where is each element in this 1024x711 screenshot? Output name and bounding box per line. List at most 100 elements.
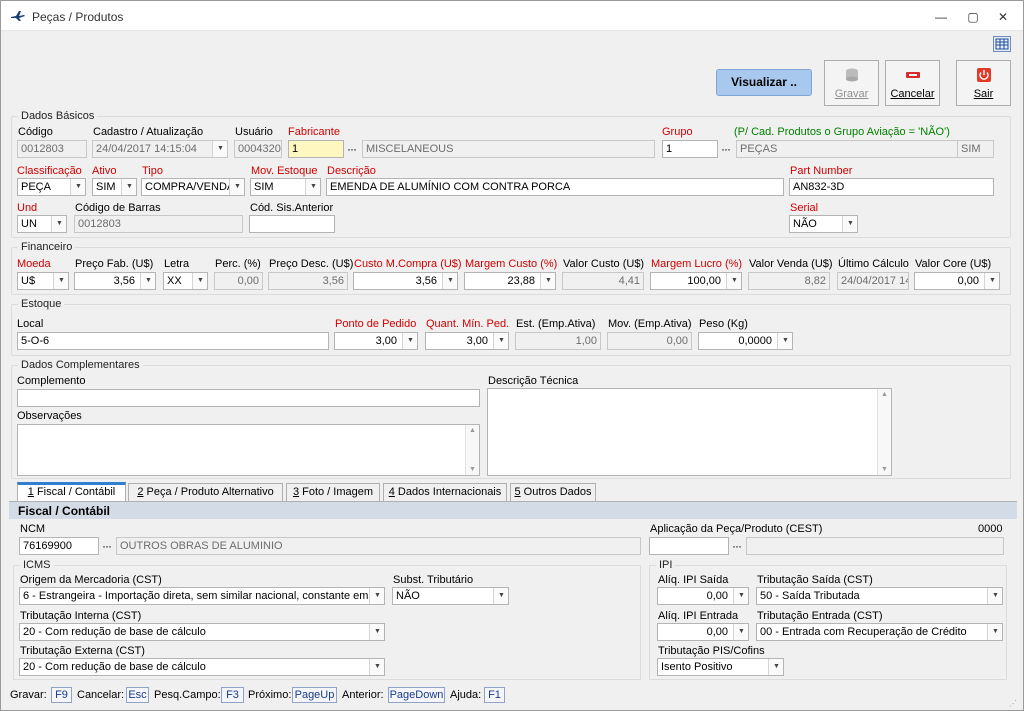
valor-venda-field[interactable]: 8,82 [748,272,830,290]
perc-field[interactable]: 0,00 [214,272,263,290]
scrollbar[interactable]: ▲ ▼ [465,425,479,475]
chevron-down-icon[interactable]: ▼ [493,588,508,604]
visualizar-button[interactable]: Visualizar .. [716,69,812,96]
chevron-down-icon[interactable]: ▼ [369,588,384,604]
origem-select[interactable]: 6 - Estrangeira - Importação direta, sem… [19,587,385,605]
grid-icon[interactable] [993,36,1011,52]
sair-button[interactable]: Sair [956,60,1011,106]
complemento-field[interactable] [17,389,480,407]
ponto-field[interactable]: 3,00 ▼ [334,332,418,350]
grupo-aviacao-field[interactable]: SIM [957,140,994,158]
est-field[interactable]: 1,00 [515,332,601,350]
descricao-field[interactable]: EMENDA DE ALUMÍNIO COM CONTRA PORCA [326,178,784,196]
descricao-tecnica-field[interactable] [487,388,892,476]
gravar-button[interactable]: Gravar [824,60,879,106]
tab-peca-alternativo[interactable]: 2 Peça / Produto Alternativo [128,483,283,501]
maximize-button[interactable]: ▢ [963,9,983,25]
serial-select[interactable]: NÃO ▼ [789,215,858,233]
minimize-button[interactable]: — [931,9,951,25]
chevron-down-icon[interactable]: ▼ [229,179,244,195]
mov-field[interactable]: 0,00 [607,332,692,350]
classificacao-select[interactable]: PEÇA ▼ [17,178,86,196]
ellipsis-icon[interactable]: ··· [102,539,112,553]
mov-estoque-select[interactable]: SIM ▼ [250,178,321,196]
chevron-down-icon[interactable]: ▼ [369,659,384,675]
chevron-down-icon[interactable]: ▼ [984,273,999,289]
letra-select[interactable]: XX ▼ [163,272,208,290]
pis-select[interactable]: Isento Positivo ▼ [657,658,784,676]
cest-code-field[interactable] [649,537,729,555]
und-select[interactable]: UN ▼ [17,215,67,233]
chevron-down-icon[interactable]: ▼ [192,273,207,289]
grupo-name-field[interactable]: PEÇAS [736,140,958,158]
chevron-down-icon[interactable]: ▼ [402,333,417,349]
usuario-field[interactable]: 0004320 [234,140,282,158]
chevron-down-icon[interactable]: ▼ [140,273,155,289]
chevron-down-icon[interactable]: ▼ [212,141,227,157]
fabricante-name-field[interactable]: MISCELANEOUS [362,140,655,158]
cest-desc-field[interactable] [746,537,1004,555]
chevron-down-icon[interactable]: ▼ [733,588,748,604]
trib-interna-select[interactable]: 20 - Com redução de base de cálculo ▼ [19,623,385,641]
custo-compra-field[interactable]: 3,56 ▼ [353,272,458,290]
chevron-down-icon[interactable]: ▼ [987,588,1002,604]
close-button[interactable]: ✕ [993,9,1013,25]
aliq-saida-field[interactable]: 0,00 ▼ [657,587,749,605]
chevron-down-icon[interactable]: ▼ [987,624,1002,640]
barras-field[interactable]: 0012803 [74,215,243,233]
quant-field[interactable]: 3,00 ▼ [425,332,509,350]
chevron-down-icon[interactable]: ▼ [305,179,320,195]
ultimo-calculo-field[interactable]: 24/04/2017 14 [837,272,909,290]
airplane-icon [11,11,25,21]
preco-desc-field[interactable]: 3,56 [268,272,348,290]
moeda-select[interactable]: U$ ▼ [17,272,69,290]
part-number-field[interactable]: AN832-3D [789,178,994,196]
margem-custo-field[interactable]: 23,88 ▼ [464,272,556,290]
trib-saida-select[interactable]: 50 - Saída Tributada ▼ [756,587,1003,605]
chevron-down-icon[interactable]: ▼ [70,179,85,195]
aliq-entrada-field[interactable]: 0,00 ▼ [657,623,749,641]
ncm-desc-field[interactable]: OUTROS OBRAS DE ALUMINIO [116,537,641,555]
chevron-down-icon[interactable]: ▼ [768,659,783,675]
chevron-down-icon[interactable]: ▼ [53,273,68,289]
trib-externa-select[interactable]: 20 - Com redução de base de cálculo ▼ [19,658,385,676]
chevron-down-icon[interactable]: ▼ [540,273,555,289]
ncm-code-field[interactable]: 76169900 [19,537,99,555]
chevron-down-icon[interactable]: ▼ [733,624,748,640]
valor-custo-field[interactable]: 4,41 [562,272,644,290]
tab-fiscal-contabil[interactable]: 1 Fiscal / Contábil [17,482,126,502]
scrollbar[interactable]: ▲ ▼ [877,389,891,475]
chevron-down-icon[interactable]: ▼ [51,216,66,232]
cancelar-button[interactable]: Cancelar [885,60,940,106]
fabricante-code-field[interactable]: 1 [288,140,344,158]
chevron-down-icon[interactable]: ▼ [726,273,741,289]
tab-foto-imagem[interactable]: 3 Foto / Imagem [286,483,380,501]
ellipsis-icon[interactable]: ··· [732,539,742,553]
sis-anterior-field[interactable] [249,215,335,233]
quant-label: Quant. Mín. Ped. [426,318,510,330]
observacoes-field[interactable] [17,424,480,476]
local-field[interactable]: 5-O-6 [17,332,329,350]
tab-dados-internacionais[interactable]: 4 Dados Internacionais [383,483,507,501]
chevron-down-icon[interactable]: ▼ [121,179,136,195]
codigo-field[interactable]: 0012803 [17,140,87,158]
margem-lucro-field[interactable]: 100,00 ▼ [650,272,742,290]
resize-grip-icon[interactable]: ⋰ [1009,699,1017,708]
ellipsis-icon[interactable]: ··· [347,142,357,156]
valor-core-field[interactable]: 0,00 ▼ [914,272,1000,290]
tab-outros-dados[interactable]: 5 Outros Dados [510,483,596,501]
chevron-down-icon[interactable]: ▼ [442,273,457,289]
tipo-select[interactable]: COMPRA/VENDA ▼ [141,178,245,196]
preco-fab-field[interactable]: 3,56 ▼ [74,272,156,290]
chevron-down-icon[interactable]: ▼ [777,333,792,349]
grupo-code-field[interactable]: 1 [662,140,718,158]
cadastro-field[interactable]: 24/04/2017 14:15:04 ▼ [92,140,228,158]
trib-entrada-select[interactable]: 00 - Entrada com Recuperação de Crédito ▼ [756,623,1003,641]
chevron-down-icon[interactable]: ▼ [369,624,384,640]
peso-field[interactable]: 0,0000 ▼ [698,332,793,350]
ativo-select[interactable]: SIM ▼ [92,178,137,196]
chevron-down-icon[interactable]: ▼ [842,216,857,232]
subst-select[interactable]: NÃO ▼ [392,587,509,605]
ellipsis-icon[interactable]: ··· [721,142,731,156]
chevron-down-icon[interactable]: ▼ [493,333,508,349]
